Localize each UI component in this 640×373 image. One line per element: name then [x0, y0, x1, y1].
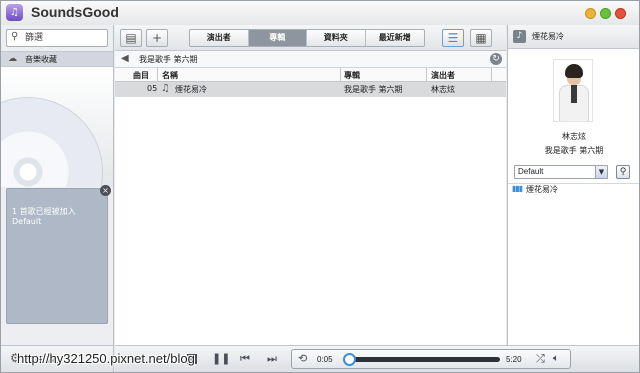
search-icon: ⚲ [11, 31, 19, 42]
track-number: 05 [147, 84, 158, 93]
add-button[interactable]: + [146, 29, 168, 47]
current-time: 0:05 [317, 355, 333, 364]
main-content: ▤ + 演出者 專輯 資料夾 最近新增 ☰ ▦ ◀ 我是歌手 第六期 ↻ 曲目 … [115, 25, 506, 345]
column-divider [340, 68, 341, 82]
shuffle-icon[interactable]: ⤮ [536, 353, 545, 365]
repeat-icon[interactable]: ⟲ [298, 353, 311, 365]
refresh-icon[interactable]: ↻ [490, 53, 502, 65]
column-divider [491, 68, 492, 82]
save-icon: ▤ [125, 31, 137, 45]
progress-track[interactable] [350, 357, 500, 362]
music-note-icon: ♪ [513, 30, 526, 43]
tab-folders[interactable]: 資料夾 [307, 30, 366, 46]
chevron-down-icon: ▼ [595, 166, 607, 178]
title-bar[interactable]: ♫ SoundsGood [1, 1, 639, 25]
column-header-track[interactable]: 曲目 [133, 70, 149, 81]
table-header: 曲目 名稱 專輯 演出者 [115, 68, 506, 82]
album-cover-figure [571, 85, 577, 103]
playlist-search-button[interactable]: ⚲ [616, 165, 630, 179]
column-divider [157, 68, 158, 82]
app-window: ♫ SoundsGood ⚲ ☁ 音樂收藏 × 1 首歌已經被加入 Defaul… [0, 0, 640, 373]
plus-icon: + [151, 31, 163, 45]
list-item[interactable]: ▮▮▮ 煙花易冷 [512, 183, 636, 195]
list-icon: ☰ [447, 31, 459, 45]
breadcrumb: ◀ 我是歌手 第六期 ↻ [115, 51, 506, 68]
playlist-select[interactable]: Default ▼ [514, 165, 608, 179]
sidebar: ⚲ ☁ 音樂收藏 × 1 首歌已經被加入 Default ⚙ 偏好設定 [1, 25, 114, 372]
table-row[interactable]: 05 ♫ 煙花易冷 我是歌手 第六期 林志炫 [115, 82, 506, 97]
list-view-button[interactable]: ☰ [442, 29, 464, 47]
track-album: 我是歌手 第六期 [344, 85, 403, 94]
breadcrumb-text: 我是歌手 第六期 [139, 55, 198, 64]
column-header-name[interactable]: 名稱 [162, 70, 178, 81]
library-artwork [1, 67, 113, 187]
view-tabs: 演出者 專輯 資料夾 最近新增 [189, 29, 425, 47]
search-icon: ⚲ [619, 167, 627, 177]
volume-icon[interactable]: 🔈︎ [553, 353, 559, 365]
maximize-button[interactable] [600, 8, 611, 19]
now-playing-album: 我是歌手 第六期 [544, 146, 604, 155]
album-cover-figure [565, 64, 583, 78]
equalizer-icon: ▮▮▮ [512, 184, 523, 193]
grid-icon: ▦ [475, 31, 487, 45]
grid-view-button[interactable]: ▦ [470, 29, 492, 47]
tab-albums[interactable]: 專輯 [248, 30, 307, 46]
previous-icon[interactable]: ⏮ [240, 353, 250, 365]
tab-artists[interactable]: 演出者 [190, 30, 249, 46]
playlist-item-label: 煙花易冷 [526, 185, 558, 194]
notification-text: 1 首歌已經被加入 Default [12, 207, 76, 226]
notification-panel: × 1 首歌已經被加入 Default [6, 185, 111, 324]
close-icon[interactable]: × [100, 185, 111, 196]
toolbar: ▤ + 演出者 專輯 資料夾 最近新增 ☰ ▦ [115, 25, 506, 51]
next-icon[interactable]: ⏭ [267, 353, 277, 365]
search-input[interactable] [25, 32, 105, 44]
track-name: 煙花易冷 [175, 85, 207, 94]
watermark: http://hy321250.pixnet.net/blog [17, 351, 195, 366]
tab-recently-added[interactable]: 最近新增 [366, 30, 425, 46]
app-logo-icon: ♫ [6, 4, 23, 21]
playlist-select-value: Default [518, 167, 544, 176]
music-note-icon: ♫ [161, 83, 170, 94]
total-time: 5:20 [506, 355, 522, 364]
pause-icon[interactable]: ❚❚ [212, 353, 230, 365]
back-arrow-icon[interactable]: ◀ [121, 53, 129, 65]
progress-knob[interactable] [343, 353, 356, 366]
now-playing-title: 煙花易冷 [532, 32, 564, 41]
app-title: SoundsGood [31, 4, 119, 20]
cloud-icon: ☁ [8, 54, 17, 64]
column-header-album[interactable]: 專輯 [344, 70, 360, 81]
close-button[interactable] [615, 8, 626, 19]
cd-icon [1, 97, 103, 187]
sidebar-item-label: 音樂收藏 [25, 55, 57, 64]
search-box[interactable]: ⚲ [6, 29, 108, 47]
progress-bar: ⟲ 0:05 5:20 ⤮ 🔈︎ [291, 349, 571, 369]
sidebar-item-library[interactable]: ☁ 音樂收藏 [1, 51, 113, 67]
now-playing-header: ♪ 煙花易冷 [508, 25, 639, 49]
minimize-button[interactable] [585, 8, 596, 19]
now-playing-panel: ♪ 煙花易冷 林志炫 我是歌手 第六期 Default ▼ ⚲ ▮▮▮ 煙花易冷 [507, 25, 639, 345]
now-playing-artist: 林志炫 [562, 132, 586, 141]
column-header-artist[interactable]: 演出者 [431, 70, 455, 81]
track-artist: 林志炫 [431, 85, 455, 94]
column-divider [426, 68, 427, 82]
save-playlist-button[interactable]: ▤ [120, 29, 142, 47]
album-cover [553, 59, 593, 122]
